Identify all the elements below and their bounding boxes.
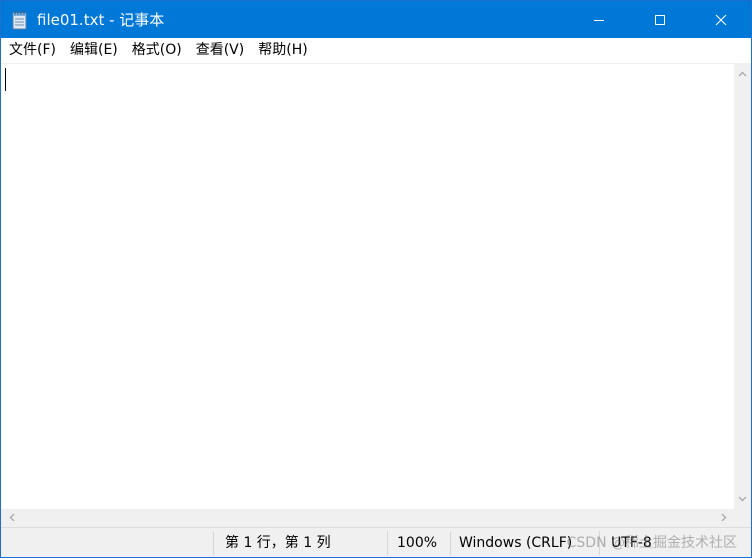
chevron-right-icon bbox=[721, 513, 726, 522]
text-editor[interactable] bbox=[1, 63, 734, 509]
minimize-icon bbox=[593, 19, 604, 21]
menu-help[interactable]: 帮助(H) bbox=[251, 38, 314, 63]
scroll-left-button[interactable] bbox=[3, 509, 20, 526]
menu-format[interactable]: 格式(O) bbox=[125, 38, 189, 63]
scrollbar-corner bbox=[734, 509, 751, 527]
title-bar[interactable]: file01.txt - 记事本 bbox=[1, 1, 751, 38]
watermark: CSDN @稀土掘金技术社区 bbox=[566, 535, 737, 551]
window-title: file01.txt - 记事本 bbox=[37, 11, 165, 29]
text-caret bbox=[5, 68, 6, 91]
caption-buttons bbox=[568, 1, 751, 38]
chevron-left-icon bbox=[9, 513, 14, 522]
status-separator bbox=[213, 531, 214, 555]
status-bar: 第 1 行，第 1 列 100% Windows (CRLF) UTF-8 CS… bbox=[1, 527, 751, 557]
vertical-scrollbar[interactable] bbox=[734, 63, 751, 509]
chevron-up-icon bbox=[738, 71, 747, 76]
close-button[interactable] bbox=[690, 1, 751, 38]
status-separator bbox=[387, 531, 388, 555]
scroll-up-button[interactable] bbox=[734, 65, 751, 82]
menu-view[interactable]: 查看(V) bbox=[189, 38, 252, 63]
zoom-level: 100% bbox=[397, 535, 438, 551]
cursor-position: 第 1 行，第 1 列 bbox=[225, 535, 331, 551]
menu-edit[interactable]: 编辑(E) bbox=[63, 38, 125, 63]
notepad-app-icon[interactable] bbox=[3, 1, 37, 38]
minimize-button[interactable] bbox=[568, 1, 629, 38]
maximize-icon bbox=[654, 14, 665, 25]
chevron-down-icon bbox=[738, 496, 747, 501]
maximize-button[interactable] bbox=[629, 1, 690, 38]
menu-file[interactable]: 文件(F) bbox=[1, 38, 63, 63]
line-ending: Windows (CRLF) bbox=[459, 535, 573, 551]
horizontal-scrollbar[interactable] bbox=[1, 509, 734, 527]
notepad-window: file01.txt - 记事本 文件(F) 编辑(E) 格式(O) 查看(V)… bbox=[0, 0, 752, 558]
scroll-right-button[interactable] bbox=[715, 509, 732, 526]
scroll-down-button[interactable] bbox=[734, 490, 751, 507]
menu-bar: 文件(F) 编辑(E) 格式(O) 查看(V) 帮助(H) bbox=[1, 38, 751, 63]
status-separator bbox=[450, 531, 451, 555]
close-icon bbox=[715, 14, 726, 25]
